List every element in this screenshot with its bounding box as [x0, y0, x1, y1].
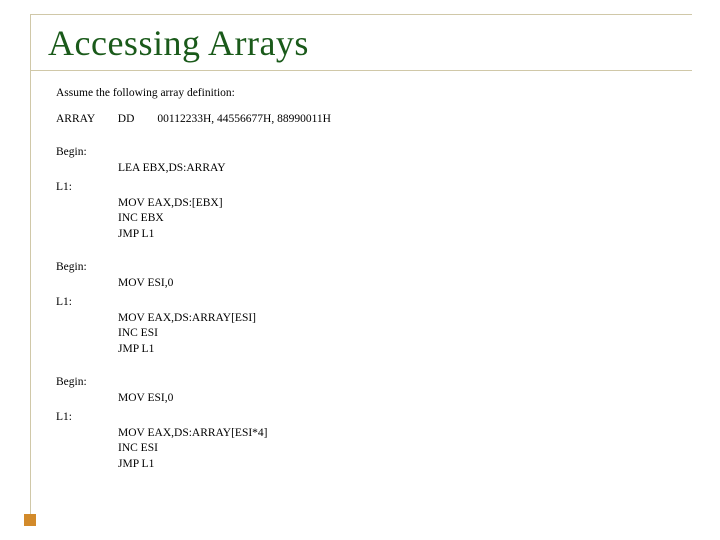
instr: MOV ESI,0: [56, 276, 680, 292]
instr: MOV EAX,DS:ARRAY[ESI]: [56, 311, 680, 327]
instr: JMP L1: [56, 227, 680, 243]
instr: INC ESI: [56, 441, 680, 457]
instr: INC ESI: [56, 326, 680, 342]
label-l1: L1:: [56, 410, 680, 426]
decor-left-rule: [30, 14, 31, 520]
intro-text: Assume the following array definition:: [56, 86, 680, 102]
instr: MOV EAX,DS:[EBX]: [56, 196, 680, 212]
code-block: Begin: LEA EBX,DS:ARRAY L1: MOV EAX,DS:[…: [56, 145, 680, 242]
instr: MOV EAX,DS:ARRAY[ESI*4]: [56, 426, 680, 442]
code-block: Begin: MOV ESI,0 L1: MOV EAX,DS:ARRAY[ES…: [56, 375, 680, 472]
label-l1: L1:: [56, 295, 680, 311]
label-begin: Begin:: [56, 375, 680, 391]
label-l1: L1:: [56, 180, 680, 196]
slide: Accessing Arrays Assume the following ar…: [0, 0, 720, 540]
decor-top-rule: [30, 14, 692, 15]
label-begin: Begin:: [56, 260, 680, 276]
instr: JMP L1: [56, 457, 680, 473]
instr: MOV ESI,0: [56, 391, 680, 407]
instr: INC EBX: [56, 211, 680, 227]
array-definition: ARRAY DD 00112233H, 44556677H, 88990011H: [56, 112, 680, 128]
slide-title: Accessing Arrays: [48, 22, 309, 64]
code-block: Begin: MOV ESI,0 L1: MOV EAX,DS:ARRAY[ES…: [56, 260, 680, 357]
decor-corner-square: [24, 514, 36, 526]
label-begin: Begin:: [56, 145, 680, 161]
decor-title-underline: [30, 70, 692, 71]
slide-body: Assume the following array definition: A…: [56, 86, 680, 490]
instr: JMP L1: [56, 342, 680, 358]
instr: LEA EBX,DS:ARRAY: [56, 161, 680, 177]
